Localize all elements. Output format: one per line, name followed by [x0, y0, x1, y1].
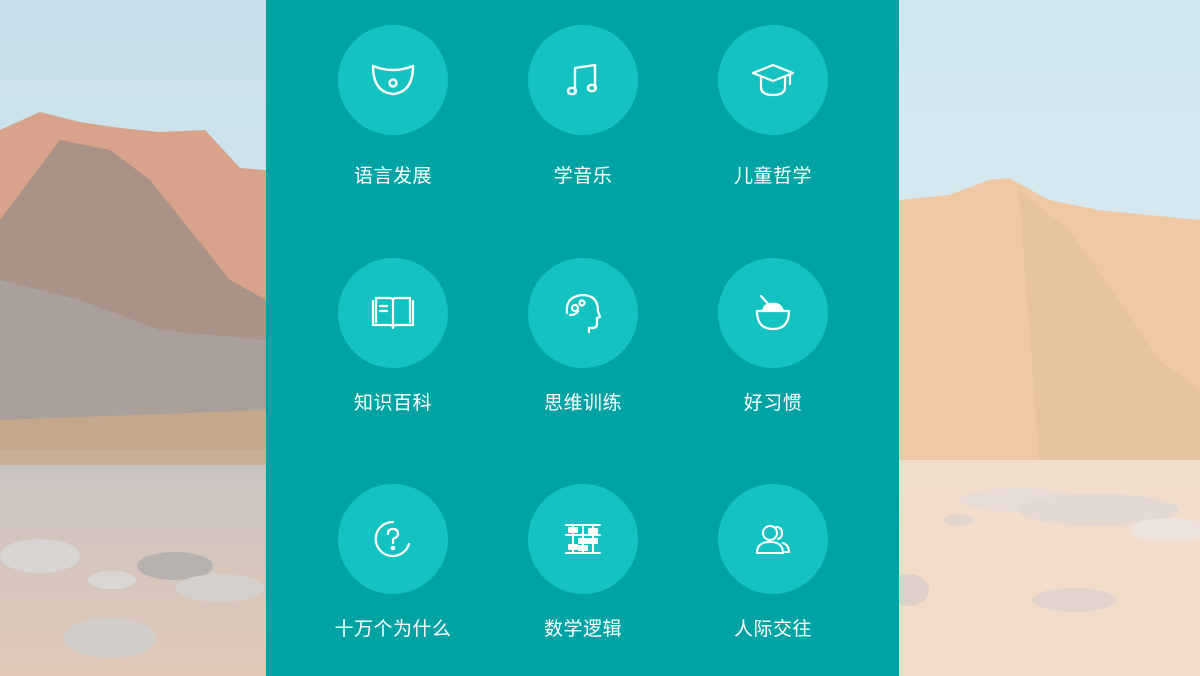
category-label: 儿童哲学 [733, 165, 812, 187]
category-label: 知识百科 [353, 392, 432, 414]
category-circle [718, 25, 828, 135]
category-item-why[interactable]: 十万个为什么 [298, 484, 488, 664]
category-label: 人际交往 [733, 618, 812, 640]
category-item-math-logic[interactable]: 数学逻辑 [488, 484, 678, 664]
music-note-icon [563, 60, 603, 100]
people-icon [753, 521, 793, 557]
category-item-thinking[interactable]: 思维训练 [488, 258, 678, 438]
category-circle [338, 25, 448, 135]
graduation-cap-icon [750, 60, 796, 100]
category-item-social[interactable]: 人际交往 [678, 484, 868, 664]
category-circle [528, 258, 638, 368]
category-label: 学音乐 [553, 165, 613, 187]
category-label: 数学逻辑 [543, 618, 622, 640]
category-item-music[interactable]: 学音乐 [488, 25, 678, 205]
open-book-icon [370, 295, 416, 331]
category-circle [338, 484, 448, 594]
category-grid: 语言发展 学音乐 儿童哲学 知识百科 思维训练 好习惯 十万个为什么 数学逻辑 … [266, 0, 899, 676]
head-thinking-icon [562, 291, 604, 335]
category-label: 语言发展 [353, 165, 432, 187]
category-item-philosophy[interactable]: 儿童哲学 [678, 25, 868, 205]
category-circle [528, 25, 638, 135]
category-label: 十万个为什么 [334, 618, 452, 640]
smile-bowl-icon [369, 60, 417, 100]
question-mark-icon [373, 519, 413, 559]
category-panel: 语言发展 学音乐 儿童哲学 知识百科 思维训练 好习惯 十万个为什么 数学逻辑 … [266, 0, 899, 676]
category-label: 好习惯 [743, 392, 803, 414]
background-landscape-right [899, 0, 1200, 676]
abacus-icon [563, 521, 603, 557]
category-circle [718, 258, 828, 368]
background-landscape-left [0, 0, 266, 676]
category-circle [528, 484, 638, 594]
category-circle [718, 484, 828, 594]
category-circle [338, 258, 448, 368]
category-item-encyclopedia[interactable]: 知识百科 [298, 258, 488, 438]
category-item-language[interactable]: 语言发展 [298, 25, 488, 205]
bowl-spoon-icon [753, 293, 793, 333]
category-label: 思维训练 [543, 392, 622, 414]
screen: 语言发展 学音乐 儿童哲学 知识百科 思维训练 好习惯 十万个为什么 数学逻辑 … [0, 0, 1200, 676]
category-item-good-habits[interactable]: 好习惯 [678, 258, 868, 438]
